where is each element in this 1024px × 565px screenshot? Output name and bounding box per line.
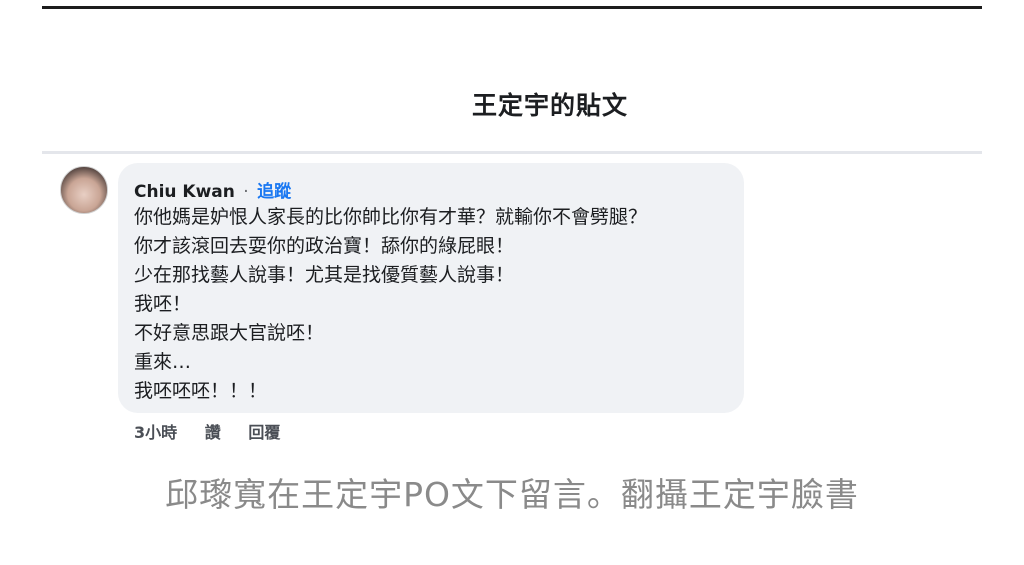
comment-line: 重來…: [134, 351, 192, 373]
comment-line: 你才該滾回去耍你的政治寶！舔你的綠屁眼！: [134, 235, 515, 257]
follow-link[interactable]: 追蹤: [257, 182, 291, 202]
author-name[interactable]: Chiu Kwan: [134, 182, 235, 202]
comment-meta: 3小時 讚 回覆: [134, 419, 302, 443]
header-divider: [42, 151, 982, 154]
top-rule: [42, 6, 982, 9]
like-button[interactable]: 讚: [205, 423, 221, 442]
comment-line: 我呸！: [134, 293, 192, 315]
post-title: 王定宇的貼文: [471, 91, 628, 120]
comment-line: 你他媽是妒恨人家長的比你帥比你有才華？就輸你不會劈腿？: [134, 206, 648, 228]
comment-author-line: Chiu Kwan · 追蹤: [134, 177, 291, 202]
photo-caption: 邱瓈寬在王定宇PO文下留言。翻攝王定宇臉書: [165, 475, 859, 514]
author-separator: ·: [243, 182, 249, 202]
comment-timestamp[interactable]: 3小時: [134, 423, 177, 442]
comment-line: 我呸呸呸！！！: [134, 380, 268, 402]
comment-line: 不好意思跟大官說呸！: [134, 322, 325, 344]
avatar[interactable]: [60, 166, 108, 214]
reply-button[interactable]: 回覆: [248, 423, 280, 442]
comment-text: 你他媽是妒恨人家長的比你帥比你有才華？就輸你不會劈腿？ 你才該滾回去耍你的政治寶…: [134, 203, 734, 406]
comment-line: 少在那找藝人說事！尤其是找優質藝人說事！: [134, 264, 515, 286]
